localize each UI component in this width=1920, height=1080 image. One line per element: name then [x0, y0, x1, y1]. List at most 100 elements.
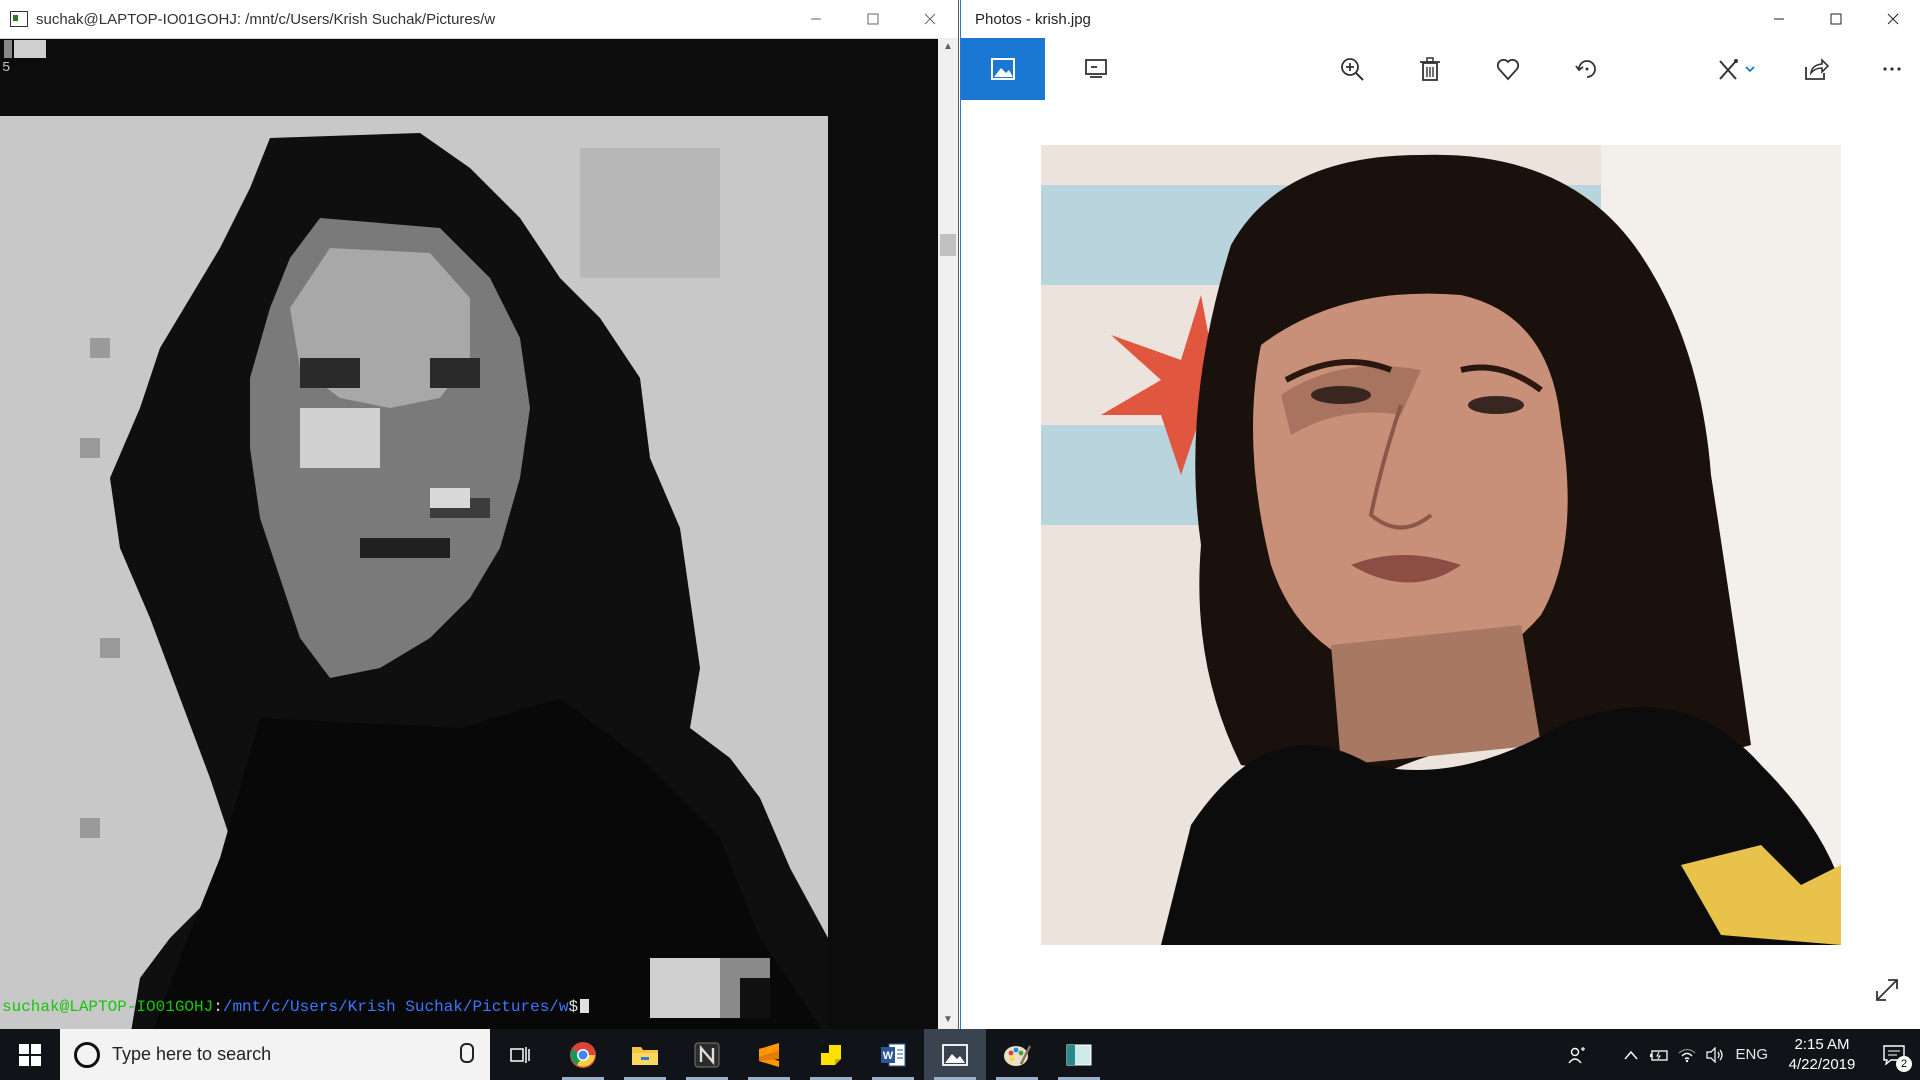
wifi-icon[interactable] [1673, 1047, 1701, 1063]
people-icon[interactable] [1563, 1046, 1591, 1064]
paint-icon [1004, 1044, 1031, 1066]
taskbar-clock[interactable]: 2:15 AM 4/22/2019 [1776, 1035, 1868, 1075]
task-view-icon [510, 1046, 530, 1063]
heart-icon [1496, 58, 1520, 81]
volume-icon[interactable] [1701, 1046, 1729, 1063]
photo-gallery-icon [991, 58, 1015, 80]
battery-glyph-icon [1650, 1049, 1669, 1061]
terminal-titlebar[interactable]: suchak@LAPTOP-IO01GOHJ: /mnt/c/Users/Kri… [0, 0, 958, 39]
system-tray: ENG 2:15 AM 4/22/2019 2 [1563, 1029, 1920, 1080]
speaker-glyph-icon [1706, 1046, 1724, 1063]
more-options-button[interactable] [1863, 38, 1920, 100]
maximize-icon [1830, 13, 1841, 25]
photo-image[interactable] [1041, 145, 1841, 945]
windows-logo-icon [19, 1043, 41, 1066]
show-hidden-icons-icon[interactable] [1617, 1050, 1645, 1060]
photos-window-controls [1750, 0, 1920, 38]
zoom-button[interactable] [1323, 38, 1381, 100]
prompt-symbol: $ [568, 998, 579, 1016]
share-button[interactable] [1787, 38, 1845, 100]
see-all-photos-button[interactable] [961, 38, 1045, 100]
maximize-button[interactable] [844, 0, 901, 38]
sticky-notes-icon [821, 1044, 841, 1065]
more-icon [1883, 67, 1901, 71]
taskbar-app-paint[interactable] [986, 1029, 1048, 1080]
ascii-art-portrait [0, 116, 828, 1029]
close-button[interactable] [1864, 0, 1920, 38]
cortana-icon [74, 1041, 100, 1068]
rotate-icon [1575, 60, 1596, 78]
wifi-glyph-icon [1679, 1048, 1696, 1062]
slideshow-button[interactable] [1067, 38, 1125, 100]
maximize-icon [867, 13, 878, 25]
maximize-button[interactable] [1807, 0, 1864, 38]
action-center-button[interactable]: 2 [1868, 1029, 1920, 1080]
chrome-icon [570, 1041, 596, 1068]
microphone-icon[interactable] [460, 1043, 474, 1063]
battery-icon[interactable] [1645, 1048, 1673, 1062]
prompt-user: suchak@LAPTOP-IO01GOHJ [2, 998, 214, 1016]
terminal-prompt[interactable]: suchak@LAPTOP-IO01GOHJ:/mnt/c/Users/Kris… [2, 998, 590, 1016]
taskbar-app-sublime-text[interactable] [738, 1029, 800, 1080]
taskbar-app-window[interactable] [1048, 1029, 1110, 1080]
start-button[interactable] [0, 1029, 60, 1080]
taskbar-app-word[interactable]: W [862, 1029, 924, 1080]
search-placeholder: Type here to search [112, 1044, 272, 1064]
clock-time: 2:15 AM [1794, 1035, 1850, 1053]
scroll-up-arrow-icon[interactable]: ▲ [938, 38, 958, 56]
photos-titlebar[interactable]: Photos - krish.jpg [961, 0, 1920, 38]
slideshow-icon [1085, 59, 1107, 78]
minimize-button[interactable] [787, 0, 844, 38]
minimize-button[interactable] [1750, 0, 1807, 38]
favorite-button[interactable] [1479, 38, 1537, 100]
photos-title: Photos - krish.jpg [975, 10, 1091, 28]
text-cursor [580, 999, 590, 1013]
taskbar-search-box[interactable]: Type here to search [60, 1029, 490, 1080]
close-button[interactable] [901, 0, 958, 38]
svg-text:W: W [883, 1050, 894, 1062]
terminal-app-icon[interactable] [10, 11, 28, 27]
delete-button[interactable] [1401, 38, 1459, 100]
notification-count-badge: 2 [1896, 1056, 1912, 1072]
scrollbar-thumb[interactable] [940, 234, 956, 256]
share-icon [1805, 58, 1830, 80]
terminal-title: suchak@LAPTOP-IO01GOHJ: /mnt/c/Users/Kri… [36, 10, 496, 28]
word-icon: W [881, 1043, 906, 1066]
taskbar: Type here to search W ENG 2:15 AM 4/22/2… [0, 1029, 1920, 1080]
file-explorer-icon [632, 1046, 658, 1065]
sublime-text-icon [759, 1042, 779, 1067]
minimize-icon [1773, 18, 1784, 20]
chevron-up-icon [1624, 1050, 1639, 1059]
clock-date: 4/22/2019 [1788, 1055, 1856, 1073]
fullscreen-button[interactable] [1873, 976, 1901, 1004]
terminal-output-line: 5 [2, 60, 11, 76]
portrait-photo [1041, 145, 1841, 945]
terminal-glyph [14, 40, 46, 58]
people-glyph-icon [1568, 1046, 1586, 1063]
app-window-icon [1066, 1044, 1092, 1065]
terminal-glyph [4, 40, 12, 58]
rotate-button[interactable] [1558, 38, 1616, 100]
terminal-window-controls [787, 0, 958, 38]
photos-toolbar [961, 38, 1920, 100]
prompt-path: /mnt/c/Users/Krish Suchak/Pictures/w [222, 998, 569, 1016]
trash-icon [1420, 57, 1440, 81]
zoom-in-icon [1341, 58, 1364, 81]
minimize-icon [810, 18, 821, 20]
terminal-scrollbar[interactable]: ▲ ▼ [938, 38, 958, 1029]
taskbar-app-photos[interactable] [924, 1029, 986, 1080]
edit-create-button[interactable] [1701, 38, 1771, 100]
taskbar-app-sticky-notes[interactable] [800, 1029, 862, 1080]
edit-create-icon [1719, 59, 1755, 80]
terminal-window: suchak@LAPTOP-IO01GOHJ: /mnt/c/Users/Kri… [0, 0, 959, 1029]
photos-window: Photos - krish.jpg [960, 0, 1920, 1029]
task-view-button[interactable] [490, 1029, 552, 1080]
prompt-separator: : [213, 998, 223, 1016]
taskbar-app-chrome[interactable] [552, 1029, 614, 1080]
close-icon [1887, 13, 1898, 25]
taskbar-app-notion[interactable] [676, 1029, 738, 1080]
input-language[interactable]: ENG [1735, 1046, 1768, 1063]
scroll-down-arrow-icon[interactable]: ▼ [938, 1011, 958, 1029]
taskbar-app-file-explorer[interactable] [614, 1029, 676, 1080]
terminal-screen[interactable]: 5 suchak@LAPTOP-IO01GOHJ:/mnt/c/Users/Kr… [0, 38, 938, 1029]
